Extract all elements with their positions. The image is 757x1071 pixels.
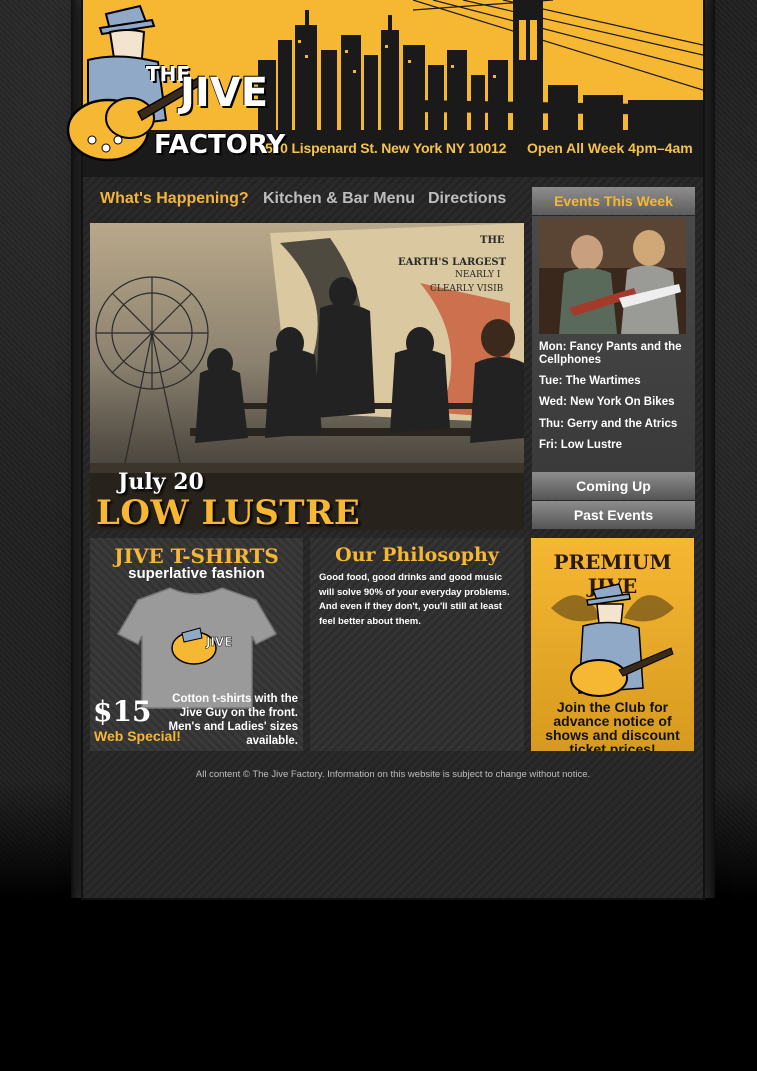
svg-text:JIVE: JIVE [205,635,232,649]
logo-factory: FACTORY [154,130,286,160]
featured-event-date: July 20 [118,469,204,495]
venue-address: 580 Lispenard St. New York NY 10012 [265,140,507,156]
featured-event-title[interactable]: LOW LUSTRE [96,493,360,533]
jive-factory-logo[interactable]: THE JIVE FACTORY [48,0,285,180]
event-item[interactable]: Thu: Gerry and the Atrics [539,418,689,431]
premium-text: Join the Club for advance notice of show… [545,699,680,751]
band-photo [539,218,686,334]
tshirts-price: $15 [93,695,152,728]
past-events-button[interactable]: Past Events [532,501,695,529]
coming-up-button[interactable]: Coming Up [532,472,695,500]
footer-copyright: All content © The Jive Factory. Informat… [195,769,591,780]
philosophy-panel: Our Philosophy Good food, good drinks an… [310,538,524,751]
event-item[interactable]: Tue: The Wartimes [539,375,689,388]
premium-jive-promo[interactable]: PREMIUM JIVE Join the Club for advance n… [531,538,694,751]
event-item[interactable]: Fri: Low Lustre [539,439,689,452]
page-edge-right [703,0,715,898]
events-this-week-heading: Events This Week [532,187,695,215]
venue-hours: Open All Week 4pm–4am [527,140,693,156]
mural-text: CLEARLY VISIB [430,284,504,294]
mural-text: EARTH'S LARGEST [398,257,507,268]
event-item[interactable]: Wed: New York On Bikes [539,396,689,409]
event-item[interactable]: Mon: Fancy Pants and the Cellphones [539,341,689,367]
mural-text: NEARLY I [455,270,501,280]
tshirts-web-special: Web Special! [94,728,181,744]
philosophy-text: Good food, good drinks and good music wi… [319,572,510,627]
mural-text: THE [480,235,505,246]
nav-whats-happening[interactable]: What's Happening? [100,190,249,208]
nav-kitchen-bar-menu[interactable]: Kitchen & Bar Menu [263,190,415,208]
band-photo-image [539,218,686,334]
tshirts-promo[interactable]: JIVE T-SHIRTS superlative fashion JIVE C… [90,538,303,751]
nav-directions[interactable]: Directions [428,190,506,208]
philosophy-title: Our Philosophy [335,544,499,566]
logo-jive: JIVE [180,70,269,116]
